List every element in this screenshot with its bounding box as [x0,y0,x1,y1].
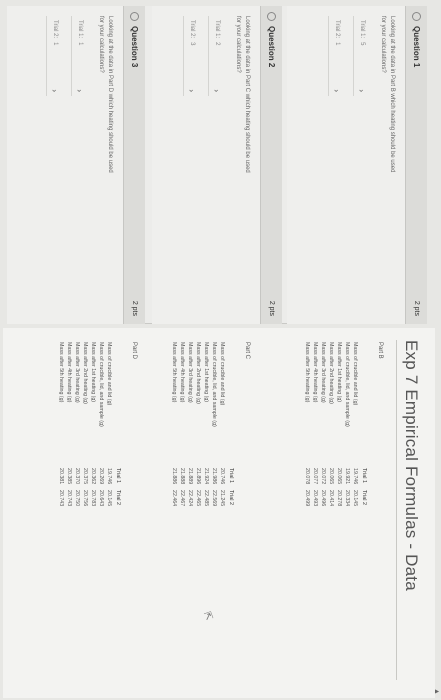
chevron-right-icon: › [212,89,222,92]
table-row: Mass after 4th heating (g) 20.385 20.743 [66,342,72,507]
question-points: 2 pts [268,300,275,316]
table-row: Mass of crucible, lid, and sample (g) 21.… [211,342,217,507]
selected-value: 2 [214,42,220,46]
part-c-section: Part C Trial 1 Trial 2 Mass of crucible … [170,342,250,522]
table-row: Mass after 1st heating (g) 21.924 22.485 [203,342,209,507]
table-row: Mass after 5th heating (g) 21.886 22.464 [171,342,177,507]
question-header: Question 1 2 pts [405,6,427,324]
question-3: Question 3 2 pts Looking at the data in … [7,6,145,324]
selected-value: 1 [334,42,340,46]
question-title: Question 3 [130,26,139,68]
question-prompt: Looking at the data in Part B which heat… [380,16,395,173]
mouse-cursor-icon: ⇱ [200,610,215,623]
chevron-right-icon: › [187,89,197,92]
answer-select-trial-1[interactable]: Trial 1: 1 › [71,16,88,96]
data-table: Trial 1 Trial 2 Mass of crucible and lid… [170,342,234,512]
answer-select-trial-1[interactable]: Trial 1: 2 › [208,16,225,96]
table-row: Mass of crucible, lid, and sample (g) 19.… [344,342,350,507]
table-row: Mass after 5th heating (g) 20.078 20.499 [304,342,310,507]
part-b-section: Part B Trial 1 Trial 2 Mass of crucible … [303,342,383,522]
answer-select-trial-1[interactable]: Trial 1: 5 › [353,16,370,96]
table-row: Mass after 3rd heating (g) 20.072 20.496 [320,342,326,507]
answer-select-trial-2[interactable]: Trial 2: 3 › [183,16,200,96]
question-header: Question 2 2 pts [260,6,282,324]
question-prompt: Looking at the data in Part D which heat… [98,16,113,173]
table-row: Mass after 4th heating (g) 21.888 22.467 [179,342,185,507]
question-header: Question 3 2 pts [123,6,145,324]
table-row: Mass after 5th heating (g) 20.381 20.743 [58,342,64,507]
selected-value: 5 [359,42,365,46]
question-1: Question 1 2 pts Looking at the data in … [287,6,427,324]
table-row: Mass of crucible and lid (g) 19.746 20.145 [352,342,358,507]
table-row: Mass of crucible, lid, and sample (g) 20.… [98,342,104,507]
flag-icon[interactable] [412,12,421,21]
table-row: Mass after 3rd heating (g) 21.889 22.424 [187,342,193,507]
table-row: Mass after 2nd heating (g) 21.896 22.465 [195,342,201,507]
page-title: Exp 7 Empirical Formulas - Data [402,340,421,591]
rotated-screen: ▲ Question 1 2 pts Looking at the data i… [0,0,441,700]
part-label: Part B [377,342,383,359]
column-header: Trial 1 [361,468,367,484]
part-label: Part C [244,342,250,360]
part-d-section: Part D Trial 1 Trial 2 Mass of crucible … [57,342,137,522]
column-header: Trial 1 [115,468,121,484]
column-header: Trial 2 [115,490,121,506]
flag-icon[interactable] [130,12,139,21]
question-prompt: Looking at the data in Part C which heat… [235,16,250,173]
table-row: Mass after 3rd heating (g) 20.370 20.750 [74,342,80,507]
table-row: Mass after 4th heating (g) 20.077 20.493 [312,342,318,507]
question-2: Question 2 2 pts Looking at the data in … [152,6,282,324]
data-table: Trial 1 Trial 2 Mass of crucible and lid… [57,342,121,512]
table-row: Mass of crucible and lid (g) 19.746 20.145 [106,342,112,507]
selected-value: 3 [189,42,195,46]
question-points: 2 pts [131,300,138,316]
question-points: 2 pts [413,300,420,316]
answer-select-trial-2[interactable]: Trial 2: 1 › [328,16,345,96]
divider [396,340,397,680]
chevron-right-icon: › [75,89,85,92]
quiz-panel: Question 1 2 pts Looking at the data in … [7,6,427,324]
flag-icon[interactable] [267,12,276,21]
selected-value: 1 [77,42,83,46]
table-row: Mass after 2nd heating (g) 20.375 20.756 [82,342,88,507]
table-row: Mass after 1st heating (g) 20.065 20.278 [336,342,342,507]
table-row: Mass after 2nd heating (g) 20.065 20.414 [328,342,334,507]
column-header: Trial 2 [228,490,234,506]
data-document: Exp 7 Empirical Formulas - Data Part B T… [3,328,435,698]
answer-select-trial-2[interactable]: Trial 2: 1 › [46,16,63,96]
column-header: Trial 1 [228,468,234,484]
part-label: Part D [131,342,137,360]
question-title: Question 2 [267,26,276,68]
chevron-right-icon: › [357,89,367,92]
column-header: Trial 2 [361,490,367,506]
selected-value: 1 [52,42,58,46]
chevron-right-icon: › [50,89,60,92]
chevron-right-icon: › [332,89,342,92]
table-row: Mass of crucible and lid (g) 20.746 21.245 [219,342,225,507]
data-table: Trial 1 Trial 2 Mass of crucible and lid… [303,342,367,512]
table-row: Mass after 1st heating (g) 20.362 20.783 [90,342,96,507]
question-title: Question 1 [412,26,421,68]
